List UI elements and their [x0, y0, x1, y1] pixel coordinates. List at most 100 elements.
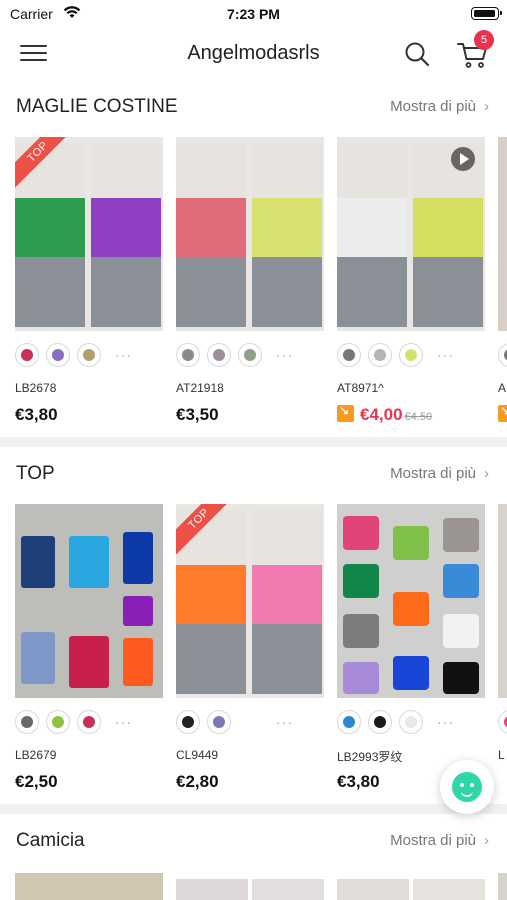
search-icon[interactable]: [403, 40, 431, 68]
product-image[interactable]: [176, 879, 248, 900]
color-swatch[interactable]: [207, 343, 231, 367]
see-more-link[interactable]: Mostra di più ›: [390, 832, 489, 849]
swatch-color-dot: [213, 349, 225, 361]
product-card[interactable]: ··· LB2679 €2,50: [15, 504, 163, 792]
product-sku: LB2679: [15, 748, 57, 762]
color-swatch[interactable]: [15, 710, 39, 734]
color-swatch[interactable]: [368, 710, 392, 734]
product-image[interactable]: [337, 137, 485, 331]
battery-icon: [471, 7, 502, 20]
product-image[interactable]: [498, 504, 507, 698]
product-sku: A: [498, 381, 507, 395]
color-swatch[interactable]: [77, 343, 101, 367]
clock: 7:23 PM: [227, 6, 280, 22]
swatch-color-dot: [374, 716, 386, 728]
color-swatch[interactable]: [238, 343, 262, 367]
product-card[interactable]: ··· AT8971^ €4,00€4.50: [337, 137, 485, 425]
section-maglie-costine: MAGLIE COSTINE Mostra di più › TOP ··· LB…: [0, 80, 507, 437]
product-image[interactable]: [252, 879, 324, 900]
color-swatches: ···: [176, 343, 324, 369]
color-swatches: [498, 710, 507, 736]
color-swatch[interactable]: [176, 710, 200, 734]
section-header: Camicia Mostra di più ›: [0, 814, 507, 870]
more-colors-icon[interactable]: ···: [276, 714, 293, 730]
product-card-partial[interactable]: L: [498, 504, 507, 762]
color-swatches: [498, 343, 507, 369]
swatch-color-dot: [21, 716, 33, 728]
color-swatch[interactable]: [399, 710, 423, 734]
color-swatch[interactable]: [498, 710, 507, 734]
product-image[interactable]: [337, 504, 485, 698]
see-more-label: Mostra di più: [390, 465, 476, 482]
product-card[interactable]: ··· AT21918 €3,50: [176, 137, 324, 425]
product-sku: AT8971^: [337, 381, 384, 395]
hamburger-menu-icon[interactable]: [20, 43, 47, 63]
original-price: €4.50: [404, 411, 433, 423]
product-collage: [337, 504, 485, 698]
product-price: €2,80: [176, 772, 219, 791]
price-drop-icon: [337, 404, 354, 422]
section-header: MAGLIE COSTINE Mostra di più ›: [0, 80, 507, 136]
product-card[interactable]: ··· LB2993罗纹 €3,80: [337, 504, 485, 792]
product-card[interactable]: TOP ··· LB2678 €3,80: [15, 137, 163, 425]
product-card[interactable]: TOP ··· CL9449 €2,80: [176, 504, 324, 792]
color-swatches: ···: [15, 710, 163, 736]
product-sku: LB2678: [15, 381, 57, 395]
swatch-color-dot: [83, 349, 95, 361]
more-colors-icon[interactable]: ···: [437, 714, 454, 730]
color-swatch[interactable]: [176, 343, 200, 367]
product-card-partial[interactable]: A: [498, 137, 507, 425]
product-image[interactable]: TOP: [15, 137, 163, 331]
color-swatch[interactable]: [46, 710, 70, 734]
product-image[interactable]: TOP: [176, 504, 324, 698]
sale-price: €4,00: [360, 405, 403, 424]
product-image[interactable]: [337, 879, 409, 900]
more-colors-icon[interactable]: ···: [437, 347, 454, 363]
product-image[interactable]: [413, 879, 485, 900]
product-price: €2,50: [15, 772, 58, 791]
color-swatches: ···: [176, 710, 324, 736]
chevron-right-icon: ›: [484, 832, 489, 849]
product-photo-left: [176, 143, 246, 327]
section-title: TOP: [16, 463, 55, 484]
color-swatch[interactable]: [368, 343, 392, 367]
product-image[interactable]: [176, 137, 324, 331]
more-colors-icon[interactable]: ···: [115, 347, 132, 363]
color-swatch[interactable]: [498, 343, 507, 367]
color-swatch[interactable]: [399, 343, 423, 367]
swatch-color-dot: [213, 716, 225, 728]
product-image[interactable]: [498, 873, 507, 900]
section-title: Camicia: [16, 830, 85, 851]
chat-support-button[interactable]: [440, 760, 494, 814]
product-collage: [15, 504, 163, 698]
chevron-right-icon: ›: [484, 98, 489, 115]
product-image[interactable]: [15, 873, 163, 900]
more-colors-icon[interactable]: ···: [115, 714, 132, 730]
section-header: TOP Mostra di più ›: [0, 447, 507, 503]
see-more-label: Mostra di più: [390, 98, 476, 115]
color-swatch[interactable]: [337, 343, 361, 367]
color-swatch[interactable]: [46, 343, 70, 367]
product-price: [498, 404, 507, 425]
status-bar: Carrier 7:23 PM: [0, 0, 507, 28]
color-swatch[interactable]: [207, 710, 231, 734]
see-more-link[interactable]: Mostra di più ›: [390, 98, 489, 115]
section-camicia: Camicia Mostra di più ›: [0, 814, 507, 900]
navigation-bar: Angelmodasrls 5: [0, 28, 507, 80]
swatch-color-dot: [52, 349, 64, 361]
product-image[interactable]: [15, 504, 163, 698]
see-more-label: Mostra di più: [390, 832, 476, 849]
see-more-link[interactable]: Mostra di più ›: [390, 465, 489, 482]
product-sku: L: [498, 748, 505, 762]
more-colors-icon[interactable]: ···: [276, 347, 293, 363]
swatch-color-dot: [182, 349, 194, 361]
color-swatch[interactable]: [15, 343, 39, 367]
swatch-color-dot: [374, 349, 386, 361]
play-video-icon[interactable]: [451, 147, 475, 171]
section-top: TOP Mostra di più › ··· LB2679 €2,50 TOP: [0, 447, 507, 804]
product-image[interactable]: [498, 137, 507, 331]
swatch-color-dot: [83, 716, 95, 728]
color-swatch[interactable]: [337, 710, 361, 734]
product-photo-right: [252, 510, 322, 694]
color-swatch[interactable]: [77, 710, 101, 734]
